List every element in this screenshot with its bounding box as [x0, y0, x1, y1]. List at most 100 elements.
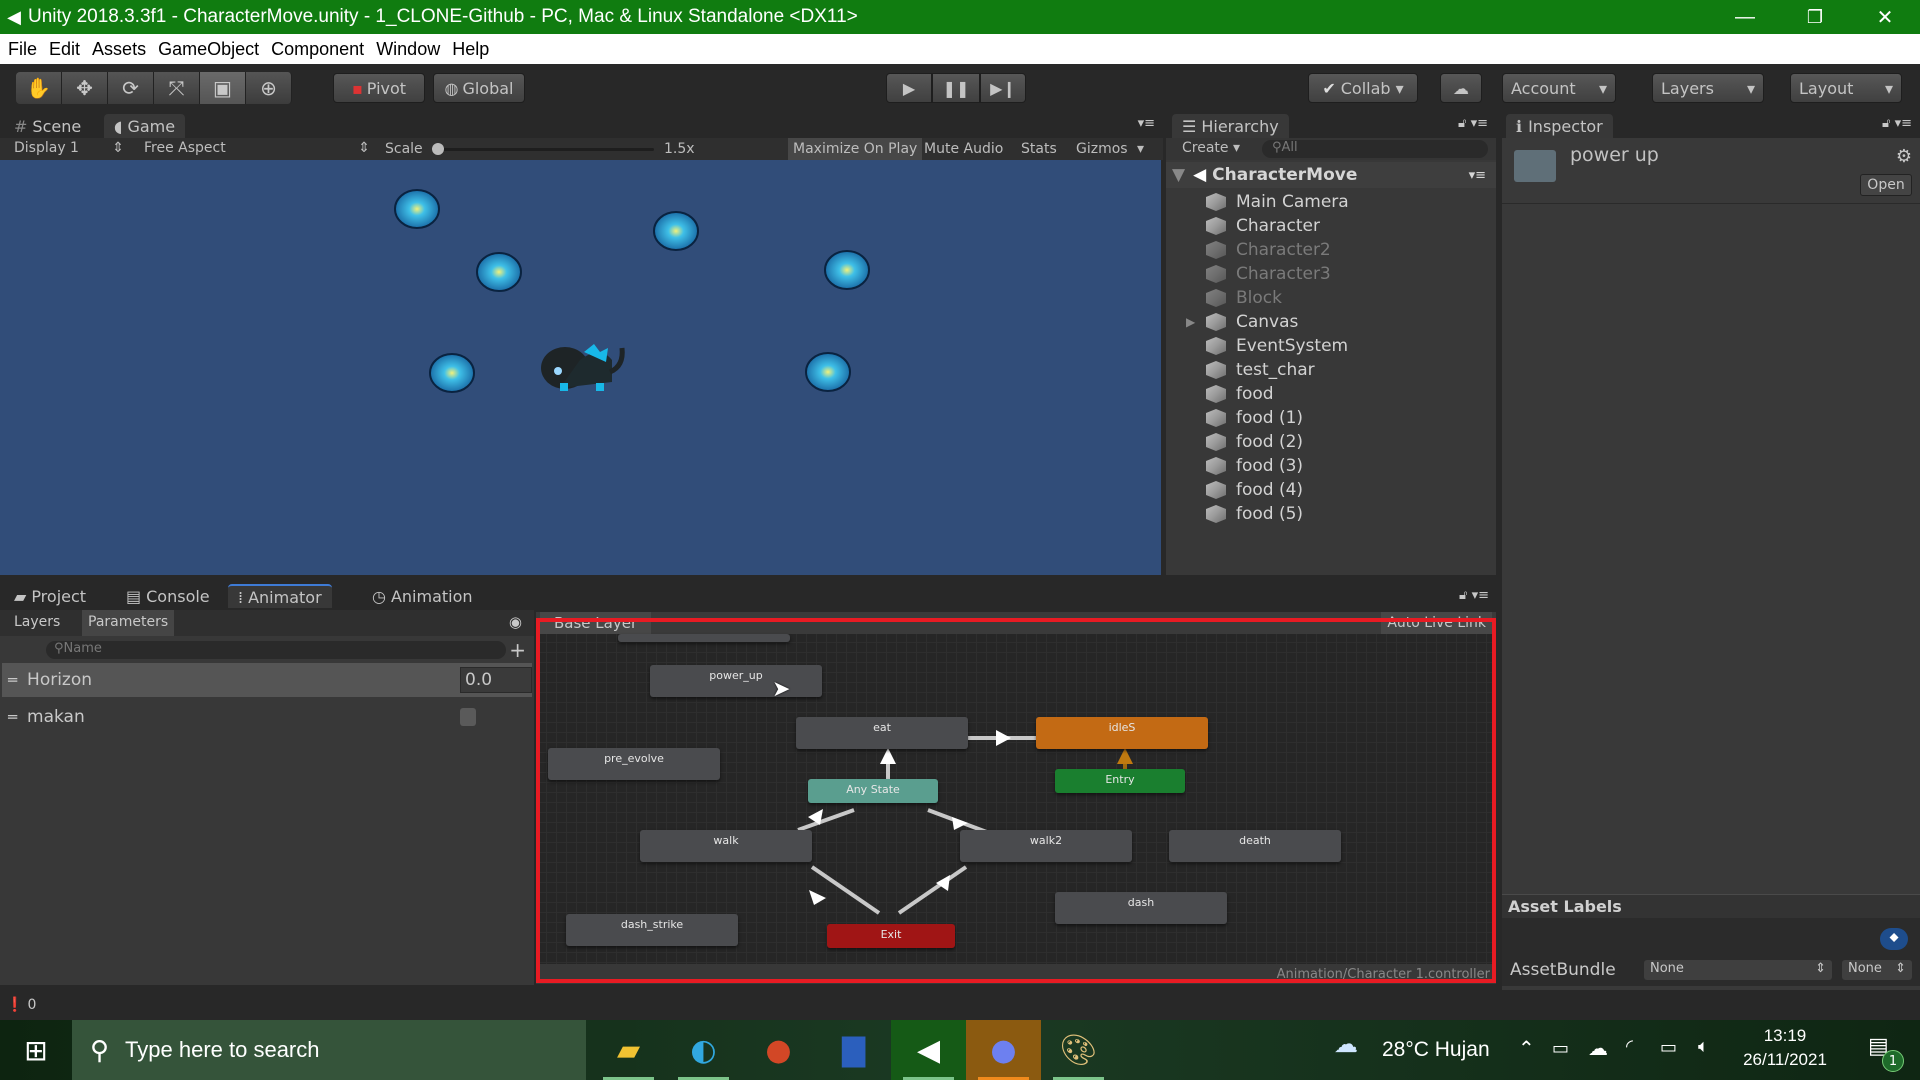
hierarchy-item[interactable]: Character2	[1192, 238, 1331, 262]
tab-game[interactable]: ◖ Game	[104, 114, 186, 138]
eye-icon[interactable]: ◉	[509, 613, 522, 631]
word-icon[interactable]: ▇	[816, 1020, 891, 1080]
layout-dropdown[interactable]: Layout ▾	[1790, 73, 1902, 103]
transform-tool-icon[interactable]: ⊕	[246, 72, 292, 104]
add-parameter-button[interactable]: +	[509, 638, 526, 662]
layers-dropdown[interactable]: Layers ▾	[1652, 73, 1764, 103]
hierarchy-item[interactable]: food (2)	[1192, 430, 1303, 454]
tab-project[interactable]: ▰ Project	[4, 584, 96, 608]
parameter-search-input[interactable]: ⚲Name	[46, 641, 506, 659]
pivot-button[interactable]: ▪ Pivot	[333, 73, 425, 103]
state-walk[interactable]: walk	[640, 830, 812, 862]
tab-console[interactable]: ▤ Console	[116, 584, 220, 608]
gear-icon[interactable]: ⚙	[1896, 146, 1912, 167]
cloud-button[interactable]: ☁	[1440, 73, 1482, 103]
panel-menu-icon[interactable]: ▾≡	[1138, 116, 1155, 131]
transition-exit-walk2[interactable]	[897, 865, 968, 915]
hierarchy-item[interactable]: Character	[1192, 214, 1320, 238]
maximize-on-play-toggle[interactable]: Maximize On Play	[788, 138, 923, 160]
parameter-row[interactable]: ═ Horizon 0.0	[2, 663, 532, 697]
windows-start-icon[interactable]: ⊞	[0, 1034, 72, 1067]
state-exit[interactable]: Exit	[827, 924, 955, 948]
menu-component[interactable]: Component	[271, 39, 364, 60]
hierarchy-item[interactable]: test_char	[1192, 358, 1315, 382]
move-tool-icon[interactable]: ✥	[62, 72, 108, 104]
tab-scene[interactable]: # Scene	[4, 114, 91, 138]
hierarchy-item[interactable]: Main Camera	[1192, 190, 1349, 214]
scale-slider[interactable]	[432, 143, 654, 155]
open-button[interactable]: Open	[1860, 174, 1912, 196]
close-button[interactable]: ✕	[1850, 0, 1920, 34]
wifi-icon[interactable]: ◜	[1626, 1036, 1633, 1057]
hand-tool-icon[interactable]: ✋	[16, 72, 62, 104]
taskbar-search-input[interactable]: ⚲ Type here to search	[72, 1020, 586, 1080]
state-walk2[interactable]: walk2	[960, 830, 1132, 862]
scene-menu-icon[interactable]: ▾≡	[1469, 168, 1486, 183]
edge-icon[interactable]: ◐	[666, 1020, 741, 1080]
hierarchy-search-input[interactable]: ⚲All	[1262, 140, 1488, 158]
state-power-up[interactable]: power_up	[650, 665, 822, 697]
weather-icon[interactable]: ☁	[1334, 1030, 1358, 1058]
state-pre-evolve[interactable]: pre_evolve	[548, 748, 720, 780]
menu-assets[interactable]: Assets	[92, 39, 146, 60]
tab-animator[interactable]: ⁞ Animator	[228, 584, 332, 608]
menu-help[interactable]: Help	[452, 39, 489, 60]
state-death[interactable]: death	[1169, 830, 1341, 862]
tag-icon[interactable]: ⬥	[1880, 928, 1908, 950]
aspect-dropdown[interactable]: Free Aspect ⇕	[144, 140, 370, 156]
state-any-state[interactable]: Any State	[808, 779, 938, 803]
lock-icon[interactable]: 🔓︎ ▾≡	[1459, 588, 1489, 603]
volume-icon[interactable]: 🔈︎	[1698, 1036, 1709, 1057]
tab-layers[interactable]: Layers	[14, 614, 60, 630]
unity-icon[interactable]: ◀	[891, 1020, 966, 1080]
step-button[interactable]: ▶❙	[980, 73, 1026, 103]
assetbundle-variant-dropdown[interactable]: None ⇕	[1842, 960, 1912, 980]
tab-inspector[interactable]: ℹ Inspector	[1506, 114, 1613, 138]
state-idles[interactable]: idleS	[1036, 717, 1208, 749]
collab-button[interactable]: ✔ Collab ▾	[1308, 73, 1418, 103]
scene-header[interactable]: ▼ ◀ CharacterMove ▾≡	[1166, 162, 1496, 188]
tab-animation[interactable]: ◷ Animation	[362, 584, 483, 608]
create-dropdown[interactable]: Create ▾	[1182, 140, 1240, 156]
state-dash[interactable]: dash	[1055, 892, 1227, 924]
parameter-row[interactable]: ═ makan	[2, 700, 532, 734]
menu-window[interactable]: Window	[376, 39, 440, 60]
lock-icon[interactable]: 🔓︎ ▾≡	[1458, 116, 1488, 131]
scale-slider-thumb[interactable]	[432, 143, 444, 155]
chevron-up-icon[interactable]: ⌃	[1518, 1036, 1535, 1060]
hierarchy-item[interactable]: Character3	[1192, 262, 1331, 286]
menu-edit[interactable]: Edit	[49, 39, 80, 60]
menu-gameobject[interactable]: GameObject	[158, 39, 259, 60]
display-dropdown[interactable]: Display 1 ⇕	[14, 140, 124, 156]
minimize-button[interactable]: —	[1710, 0, 1780, 34]
hierarchy-item[interactable]: food (3)	[1192, 454, 1303, 478]
drag-handle-icon[interactable]: ═	[8, 708, 17, 726]
hierarchy-item[interactable]: food (1)	[1192, 406, 1303, 430]
rect-tool-icon[interactable]: ▣	[200, 72, 246, 104]
rotate-tool-icon[interactable]: ⟳	[108, 72, 154, 104]
onedrive-icon[interactable]: ☁	[1588, 1036, 1608, 1060]
hierarchy-item[interactable]: ▶ Canvas	[1186, 310, 1298, 334]
play-button[interactable]: ▶	[886, 73, 932, 103]
tab-hierarchy[interactable]: ☰ Hierarchy	[1172, 114, 1289, 138]
expand-arrow-icon[interactable]: ▼	[1172, 165, 1185, 185]
pause-button[interactable]: ❚❚	[932, 73, 980, 103]
powerpoint-icon[interactable]: ●	[741, 1020, 816, 1080]
stats-toggle[interactable]: Stats	[1021, 141, 1057, 157]
file-explorer-icon[interactable]: ▰	[591, 1020, 666, 1080]
expand-arrow-icon[interactable]: ▶	[1186, 315, 1195, 329]
gizmos-toggle[interactable]: Gizmos	[1076, 141, 1128, 157]
restore-button[interactable]: ❐	[1780, 0, 1850, 34]
tab-parameters[interactable]: Parameters	[82, 610, 175, 636]
gizmos-dropdown-icon[interactable]: ▾	[1137, 141, 1144, 157]
horizon-value-input[interactable]: 0.0	[460, 667, 532, 693]
battery-icon[interactable]: ▭	[1660, 1037, 1677, 1058]
state-dash-strike[interactable]: dash_strike	[566, 914, 738, 946]
transition-walk-any[interactable]	[797, 808, 855, 832]
transition-walk-exit[interactable]	[810, 865, 881, 915]
state-entry[interactable]: Entry	[1055, 769, 1185, 793]
account-dropdown[interactable]: Account ▾	[1502, 73, 1616, 103]
animator-graph[interactable]: Base Layer Auto Live Link power_up eat i…	[536, 612, 1496, 984]
game-view[interactable]	[0, 160, 1161, 575]
mute-audio-toggle[interactable]: Mute Audio	[924, 141, 1003, 157]
